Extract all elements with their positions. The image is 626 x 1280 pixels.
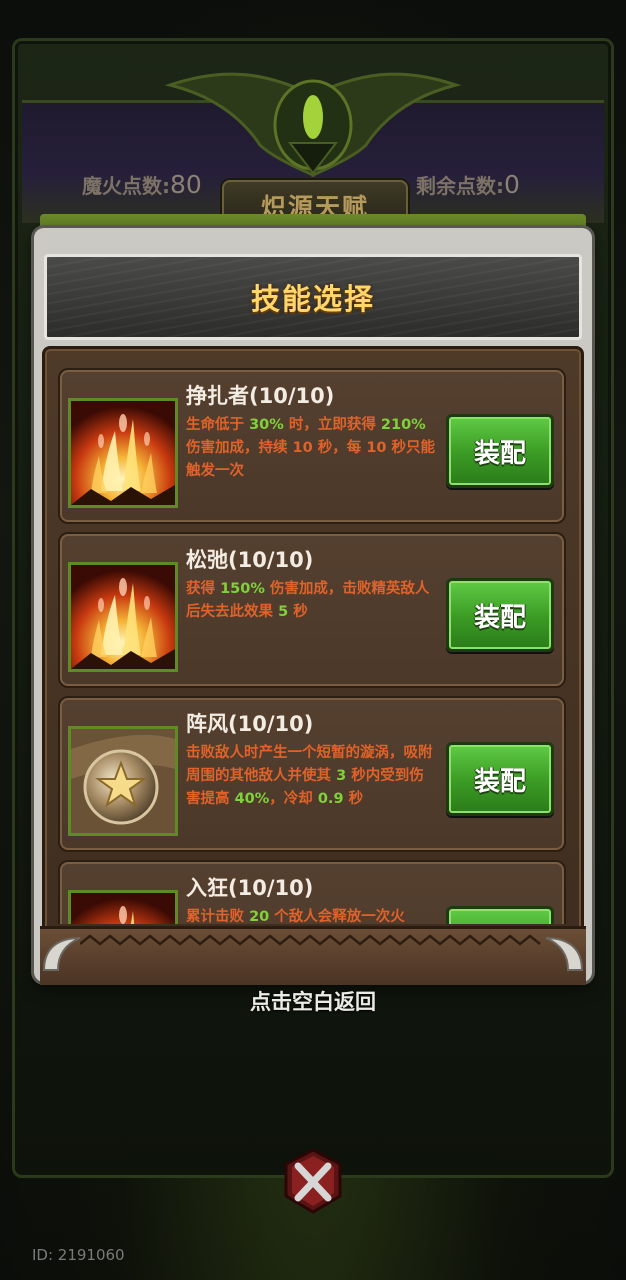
skill-card: 松弛(10/10) 获得 150% 伤害加成，击败精英敌人后失去此效果 5 秒 … <box>58 532 566 688</box>
equip-button[interactable]: 装配 <box>446 414 554 488</box>
crossed-swords-close-icon[interactable] <box>278 1146 348 1216</box>
skill-card: 入狂(10/10) 累计击败 20 个敌人会释放一次火 装配 <box>58 860 566 924</box>
star-orb-icon <box>68 726 178 836</box>
skill-name: 松弛(10/10) <box>186 548 314 572</box>
skill-card: 挣扎者(10/10) 生命低于 30% 时，立即获得 210% 伤害加成，持续 … <box>58 368 566 524</box>
popup-title: 技能选择 <box>250 282 375 316</box>
skill-description: 生命低于 30% 时，立即获得 210% 伤害加成，持续 10 秒，每 10 秒… <box>186 417 436 479</box>
skill-card: 阵风(10/10) 击败敌人时产生一个短暂的漩涡，吸附周围的其他敌人并使其 3 … <box>58 696 566 852</box>
zigzag-trim <box>80 934 541 946</box>
player-id: ID: 2191060 <box>32 1246 125 1264</box>
skill-name: 入狂(10/10) <box>186 876 314 900</box>
tap-blank-to-return-hint: 点击空白返回 <box>250 990 376 1014</box>
flame-burst-icon <box>68 562 178 672</box>
magic-fire-points: 魔火点数:80 <box>82 170 202 199</box>
skill-description: 击败敌人时产生一个短暂的漩涡，吸附周围的其他敌人并使其 3 秒内受到伤害提高 4… <box>186 745 433 807</box>
remaining-points: 剩余点数:0 <box>416 170 520 199</box>
remaining-points-value: 0 <box>504 170 520 199</box>
skill-list[interactable]: 挣扎者(10/10) 生命低于 30% 时，立即获得 210% 伤害加成，持续 … <box>58 364 570 924</box>
skill-name: 挣扎者(10/10) <box>186 384 335 408</box>
magic-fire-points-label: 魔火点数: <box>82 174 170 198</box>
remaining-points-label: 剩余点数: <box>416 174 504 198</box>
equip-button[interactable]: 装配 <box>446 742 554 816</box>
corner-ornament-right-icon <box>545 937 584 971</box>
magic-fire-points-value: 80 <box>170 170 202 199</box>
equip-button[interactable]: 装配 <box>446 906 554 924</box>
skill-name: 阵风(10/10) <box>186 712 314 736</box>
flame-burst-icon <box>68 398 178 508</box>
skill-description: 累计击败 20 个敌人会释放一次火 <box>186 909 405 924</box>
corner-ornament-left-icon <box>42 937 81 971</box>
flame-burst-icon <box>68 890 178 924</box>
skill-description: 获得 150% 伤害加成，击败精英敌人后失去此效果 5 秒 <box>186 581 430 620</box>
equip-button[interactable]: 装配 <box>446 578 554 652</box>
